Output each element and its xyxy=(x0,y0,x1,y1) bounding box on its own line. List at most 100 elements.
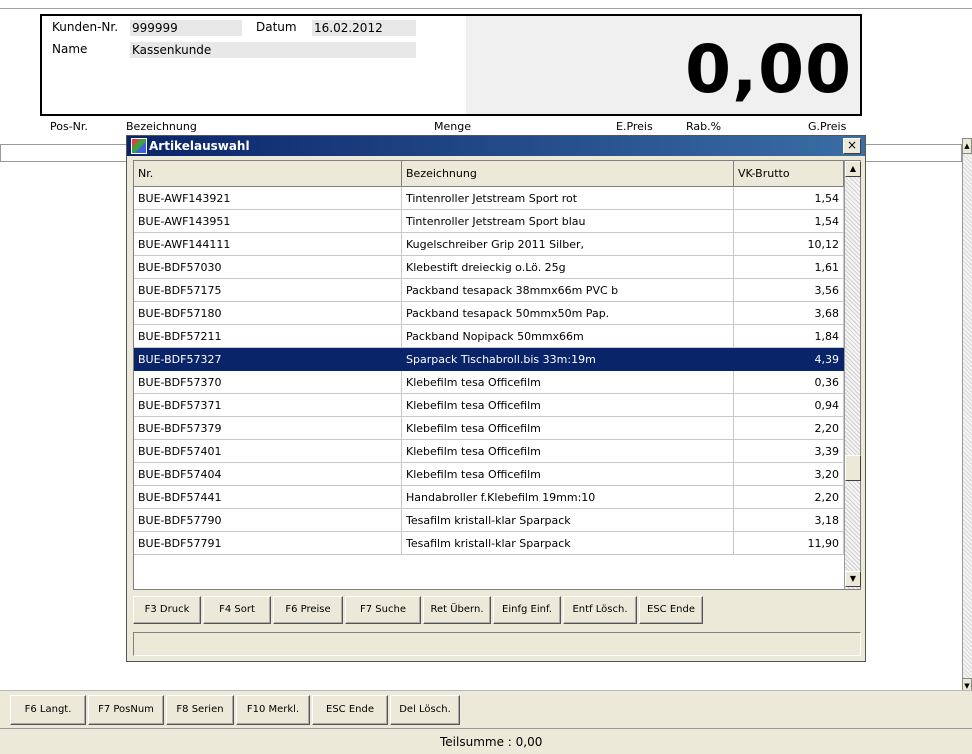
cell-nr: BUE-BDF57327 xyxy=(134,348,402,371)
cell-nr: BUE-BDF57441 xyxy=(134,486,402,509)
cell-nr: BUE-AWF143921 xyxy=(134,187,402,210)
dialog-button-5[interactable]: Einfg Einf. xyxy=(493,596,561,624)
dialog-status-bar xyxy=(133,632,861,656)
cell-desc: Tintenroller Jetstream Sport rot xyxy=(402,187,734,210)
table-row[interactable]: BUE-AWF143951 Tintenroller Jetstream Spor… xyxy=(134,210,844,233)
cell-desc: Klebefilm tesa Officefilm xyxy=(402,463,734,486)
total-display: 0,00 xyxy=(685,31,852,108)
function-button-5[interactable]: Del Lösch. xyxy=(390,695,460,725)
close-button[interactable]: × xyxy=(843,138,861,154)
main-scrollbar[interactable] xyxy=(962,138,972,694)
cell-price: 3,39 xyxy=(734,440,844,463)
grid-scrollbar[interactable]: ▲ ▼ xyxy=(844,161,861,589)
table-row[interactable]: BUE-BDF57211 Packband Nopipack 50mmx66m 1,… xyxy=(134,325,844,348)
function-button-0[interactable]: F6 Langt. xyxy=(10,695,86,725)
col-qty: Menge xyxy=(434,120,471,133)
cell-nr: BUE-BDF57371 xyxy=(134,394,402,417)
dialog-button-0[interactable]: F3 Druck xyxy=(133,596,201,624)
cell-nr: BUE-BDF57370 xyxy=(134,371,402,394)
table-row[interactable]: BUE-BDF57401 Klebefilm tesa Officefilm 3,3… xyxy=(134,440,844,463)
cell-price: 3,18 xyxy=(734,509,844,532)
customer-no-label: Kunden-Nr. xyxy=(52,20,119,34)
cell-nr: BUE-BDF57180 xyxy=(134,302,402,325)
cell-nr: BUE-BDF57379 xyxy=(134,417,402,440)
function-button-2[interactable]: F8 Serien xyxy=(166,695,234,725)
table-row[interactable]: BUE-BDF57370 Klebefilm tesa Officefilm 0,3… xyxy=(134,371,844,394)
table-row[interactable]: BUE-BDF57371 Klebefilm tesa Officefilm 0,9… xyxy=(134,394,844,417)
cell-nr: BUE-BDF57790 xyxy=(134,509,402,532)
cell-price: 10,12 xyxy=(734,233,844,256)
cell-price: 1,84 xyxy=(734,325,844,348)
scroll-up-icon[interactable]: ▲ xyxy=(845,161,861,177)
cell-price: 0,94 xyxy=(734,394,844,417)
date-field[interactable]: 16.02.2012 xyxy=(312,20,416,36)
customer-no-field[interactable]: 999999 xyxy=(130,20,242,36)
function-button-4[interactable]: ESC Ende xyxy=(312,695,388,725)
cell-price: 2,20 xyxy=(734,417,844,440)
table-row[interactable]: BUE-BDF57030 Klebestift dreieckig o.Lö. 2… xyxy=(134,256,844,279)
dialog-button-6[interactable]: Entf Lösch. xyxy=(563,596,637,624)
dialog-button-3[interactable]: F7 Suche xyxy=(345,596,421,624)
col-pos: Pos-Nr. xyxy=(50,120,88,133)
cell-desc: Tesafilm kristall-klar Sparpack xyxy=(402,532,734,555)
cell-nr: BUE-AWF144111 xyxy=(134,233,402,256)
cell-desc: Tesafilm kristall-klar Sparpack xyxy=(402,509,734,532)
table-row[interactable]: BUE-BDF57791 Tesafilm kristall-klar Sparp… xyxy=(134,532,844,555)
cell-desc: Packband tesapack 50mmx50m Pap. xyxy=(402,302,734,325)
table-row[interactable]: BUE-BDF57180 Packband tesapack 50mmx50m P… xyxy=(134,302,844,325)
grid-header-price[interactable]: VK-Brutto xyxy=(734,161,844,187)
subtotal-text: Teilsumme : 0,00 xyxy=(440,735,543,749)
grid-header-nr[interactable]: Nr. xyxy=(134,161,402,187)
cell-nr: BUE-BDF57175 xyxy=(134,279,402,302)
cell-desc: Packband tesapack 38mmx66m PVC b xyxy=(402,279,734,302)
main-scroll-up-icon[interactable]: ▲ xyxy=(962,138,972,154)
scroll-down-icon[interactable]: ▼ xyxy=(845,571,861,587)
cell-nr: BUE-BDF57211 xyxy=(134,325,402,348)
col-total-price: G.Preis xyxy=(808,120,847,133)
cell-nr: BUE-BDF57404 xyxy=(134,463,402,486)
dialog-title: Artikelauswahl xyxy=(149,139,250,153)
dialog-button-2[interactable]: F6 Preise xyxy=(273,596,343,624)
table-row[interactable]: BUE-AWF143921 Tintenroller Jetstream Spor… xyxy=(134,187,844,210)
dialog-titlebar[interactable]: Artikelauswahl × xyxy=(127,136,865,156)
cell-price: 1,61 xyxy=(734,256,844,279)
cell-desc: Tintenroller Jetstream Sport blau xyxy=(402,210,734,233)
table-row[interactable]: BUE-BDF57404 Klebefilm tesa Officefilm 3,2… xyxy=(134,463,844,486)
cell-nr: BUE-BDF57030 xyxy=(134,256,402,279)
function-key-bar: F6 Langt. F7 PosNum F8 Serien F10 Merkl. ESC… xyxy=(0,690,972,728)
name-field[interactable]: Kassenkunde xyxy=(130,42,416,58)
dialog-button-4[interactable]: Ret Übern. xyxy=(423,596,491,624)
cell-desc: Klebefilm tesa Officefilm xyxy=(402,371,734,394)
cell-price: 3,20 xyxy=(734,463,844,486)
table-row[interactable]: BUE-BDF57327 Sparpack Tischabroll.bis 33m… xyxy=(134,348,844,371)
cell-nr: BUE-AWF143951 xyxy=(134,210,402,233)
article-selection-dialog: Artikelauswahl × Nr. Bezeichnung VK-Brut… xyxy=(126,135,866,662)
cell-price: 3,68 xyxy=(734,302,844,325)
table-row[interactable]: BUE-BDF57175 Packband tesapack 38mmx66m P… xyxy=(134,279,844,302)
top-divider xyxy=(0,8,972,9)
date-label: Datum xyxy=(256,20,297,34)
grid-header-desc[interactable]: Bezeichnung xyxy=(402,161,734,187)
table-row[interactable]: BUE-BDF57441 Handabroller f.Klebefilm 19m… xyxy=(134,486,844,509)
dialog-button-7[interactable]: ESC Ende xyxy=(639,596,703,624)
function-button-3[interactable]: F10 Merkl. xyxy=(236,695,310,725)
function-button-1[interactable]: F7 PosNum xyxy=(88,695,164,725)
name-label: Name xyxy=(52,42,88,56)
table-row[interactable]: BUE-BDF57790 Tesafilm kristall-klar Sparp… xyxy=(134,509,844,532)
article-grid[interactable]: Nr. Bezeichnung VK-Brutto BUE-AWF143921 T… xyxy=(133,160,861,590)
cell-desc: Klebefilm tesa Officefilm xyxy=(402,417,734,440)
scroll-thumb[interactable] xyxy=(845,455,861,481)
col-unit-price: E.Preis xyxy=(616,120,653,133)
cell-desc: Sparpack Tischabroll.bis 33m:19m xyxy=(402,348,734,371)
status-bar: Teilsumme : 0,00 xyxy=(0,728,972,754)
cell-price: 4,39 xyxy=(734,348,844,371)
cell-nr: BUE-BDF57401 xyxy=(134,440,402,463)
cell-desc: Klebefilm tesa Officefilm xyxy=(402,440,734,463)
cell-price: 2,20 xyxy=(734,486,844,509)
total-panel: 0,00 xyxy=(466,16,860,114)
table-row[interactable]: BUE-BDF57379 Klebefilm tesa Officefilm 2,2… xyxy=(134,417,844,440)
table-row[interactable]: BUE-AWF144111 Kugelschreiber Grip 2011 Si… xyxy=(134,233,844,256)
dialog-button-1[interactable]: F4 Sort xyxy=(203,596,271,624)
app-icon xyxy=(131,138,147,154)
cell-price: 3,56 xyxy=(734,279,844,302)
